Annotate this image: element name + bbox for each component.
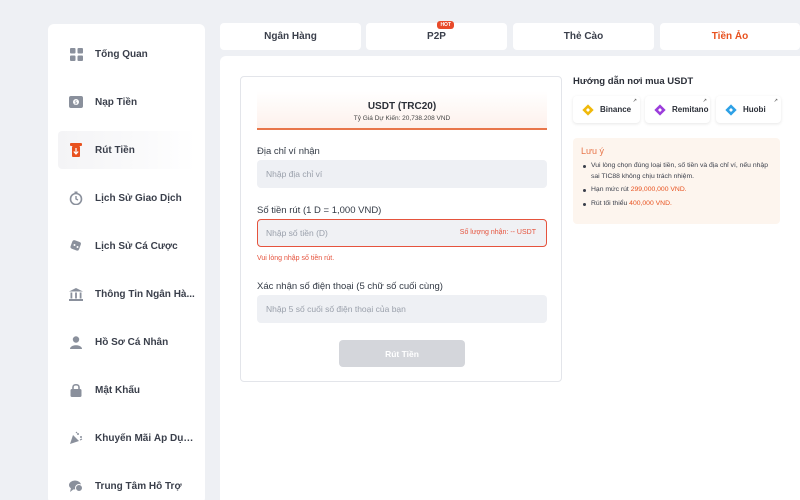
buy-usdt-guide-title: Hướng dẫn nơi mua USDT — [573, 76, 694, 87]
sidebar-item-label: Khuyến Mãi Áp Dụng — [95, 432, 195, 444]
phone-confirm-label: Xác nhận số điện thoại (5 chữ số cuối cù… — [257, 281, 443, 292]
bank-icon — [68, 286, 84, 302]
sidebar-item-transaction-history[interactable]: Lịch Sử Giao Dịch — [58, 179, 195, 217]
exchange-label: Remitano — [672, 105, 709, 114]
sidebar-item-overview[interactable]: Tổng Quan — [58, 35, 195, 73]
phone-confirm-placeholder: Nhập 5 số cuối số điện thoại của bạn — [266, 304, 406, 314]
coin-header: USDT (TRC20) Tỷ Giá Dự Kiến: 20,738.208 … — [257, 91, 547, 130]
sidebar-item-label: Tổng Quan — [95, 48, 148, 60]
wallet-address-label: Địa chỉ ví nhận — [257, 146, 320, 157]
phone-confirm-input[interactable]: Nhập 5 số cuối số điện thoại của bạn — [257, 295, 547, 323]
tab-label: P2P — [427, 31, 446, 42]
withdraw-limit-value: 299,000,000 VND. — [630, 186, 687, 193]
note-item: Rút tối thiểu 400,000 VND. — [581, 199, 772, 210]
sidebar-item-label: Nạp Tiền — [95, 96, 138, 108]
tab-p2p[interactable]: P2P HOT — [366, 21, 507, 50]
note-text: Hạn mức rút — [591, 186, 631, 193]
exchange-label: Binance — [600, 105, 632, 114]
sidebar-item-password[interactable]: Mật Khẩu — [58, 371, 195, 409]
sidebar-item-deposit[interactable]: $ Nạp Tiền — [58, 83, 195, 121]
bet-history-icon — [68, 238, 84, 254]
exchange-rate: Tỷ Giá Dự Kiến: 20,738.208 VND — [353, 115, 451, 122]
tab-crypto[interactable]: Tiền Ảo — [660, 23, 800, 50]
withdraw-submit-button[interactable]: Rút Tiền — [339, 340, 465, 367]
exchange-label: Huobi — [743, 105, 766, 114]
support-icon — [68, 478, 84, 494]
sidebar-item-promotions[interactable]: Khuyến Mãi Áp Dụng — [58, 419, 195, 457]
note-text: Rút tối thiểu — [591, 199, 630, 207]
external-link-icon: ↗ — [632, 98, 637, 104]
note-item: Vui lòng chọn đúng loại tiền, số tiền và… — [581, 161, 772, 182]
sidebar-item-label: Thông Tin Ngân Hà... — [95, 288, 195, 300]
sidebar-item-label: Trung Tâm Hỗ Trợ — [95, 480, 182, 492]
transaction-history-icon — [68, 190, 84, 206]
wallet-address-placeholder: Nhập địa chỉ ví — [266, 169, 323, 179]
note-item: Hạn mức rút 299,000,000 VND. — [581, 185, 772, 196]
main-panel: USDT (TRC20) Tỷ Giá Dự Kiến: 20,738.208 … — [220, 56, 800, 500]
amount-received-text: Số lượng nhận: -- USDT — [459, 229, 536, 236]
sidebar-item-bank-info[interactable]: Thông Tin Ngân Hà... — [58, 275, 195, 313]
tab-scratch-card[interactable]: Thẻ Cào — [513, 23, 654, 50]
sidebar-item-label: Lịch Sử Cá Cược — [95, 240, 178, 252]
sidebar-item-label: Mật Khẩu — [95, 384, 140, 396]
amount-error: Vui lòng nhập số tiền rút. — [257, 255, 335, 262]
exchange-remitano-button[interactable]: Remitano ↗ — [645, 96, 710, 123]
sidebar-item-support[interactable]: Trung Tâm Hỗ Trợ — [58, 467, 195, 500]
external-link-icon: ↗ — [773, 98, 778, 104]
amount-label: Số tiền rút (1 D = 1,000 VND) — [257, 205, 382, 216]
sidebar-item-withdraw[interactable]: Rút Tiền — [58, 131, 195, 169]
amount-input[interactable]: Nhập số tiền (D) Số lượng nhận: -- USDT — [257, 219, 547, 247]
huobi-icon — [725, 103, 737, 116]
svg-text:$: $ — [74, 100, 77, 106]
minimum-withdraw-value: 400,000 VND. — [629, 199, 672, 207]
tab-bank[interactable]: Ngân Hàng — [220, 23, 361, 50]
exchange-binance-button[interactable]: Binance ↗ — [573, 96, 640, 123]
promotion-icon — [68, 430, 84, 446]
remitano-icon — [654, 103, 666, 116]
profile-icon — [68, 334, 84, 350]
binance-icon — [582, 103, 594, 116]
lock-icon — [68, 382, 84, 398]
coin-title: USDT (TRC20) — [367, 101, 437, 112]
note-box: Lưu ý Vui lòng chọn đúng loại tiền, số t… — [573, 138, 780, 224]
tab-label: Tiền Ảo — [711, 31, 749, 42]
dashboard-icon — [68, 46, 84, 62]
sidebar-item-profile[interactable]: Hồ Sơ Cá Nhân — [58, 323, 195, 361]
external-link-icon: ↗ — [702, 98, 707, 104]
sidebar-item-label: Lịch Sử Giao Dịch — [95, 192, 182, 204]
tab-label: Ngân Hàng — [264, 31, 317, 42]
sidebar-item-label: Rút Tiền — [95, 144, 135, 156]
wallet-address-input[interactable]: Nhập địa chỉ ví — [257, 160, 547, 188]
sidebar-item-label: Hồ Sơ Cá Nhân — [95, 336, 169, 348]
withdraw-form: USDT (TRC20) Tỷ Giá Dự Kiến: 20,738.208 … — [240, 76, 562, 382]
tab-label: Thẻ Cào — [563, 31, 604, 42]
sidebar: Tổng Quan $ Nạp Tiền Rút Tiền Lịch Sử Gi… — [48, 24, 205, 500]
hot-badge: HOT — [437, 21, 454, 29]
deposit-icon: $ — [68, 94, 84, 110]
note-title: Lưu ý — [581, 146, 605, 156]
exchange-huobi-button[interactable]: Huobi ↗ — [716, 96, 781, 123]
withdraw-icon — [68, 142, 84, 158]
amount-placeholder: Nhập số tiền (D) — [266, 228, 328, 238]
sidebar-item-bet-history[interactable]: Lịch Sử Cá Cược — [58, 227, 195, 265]
